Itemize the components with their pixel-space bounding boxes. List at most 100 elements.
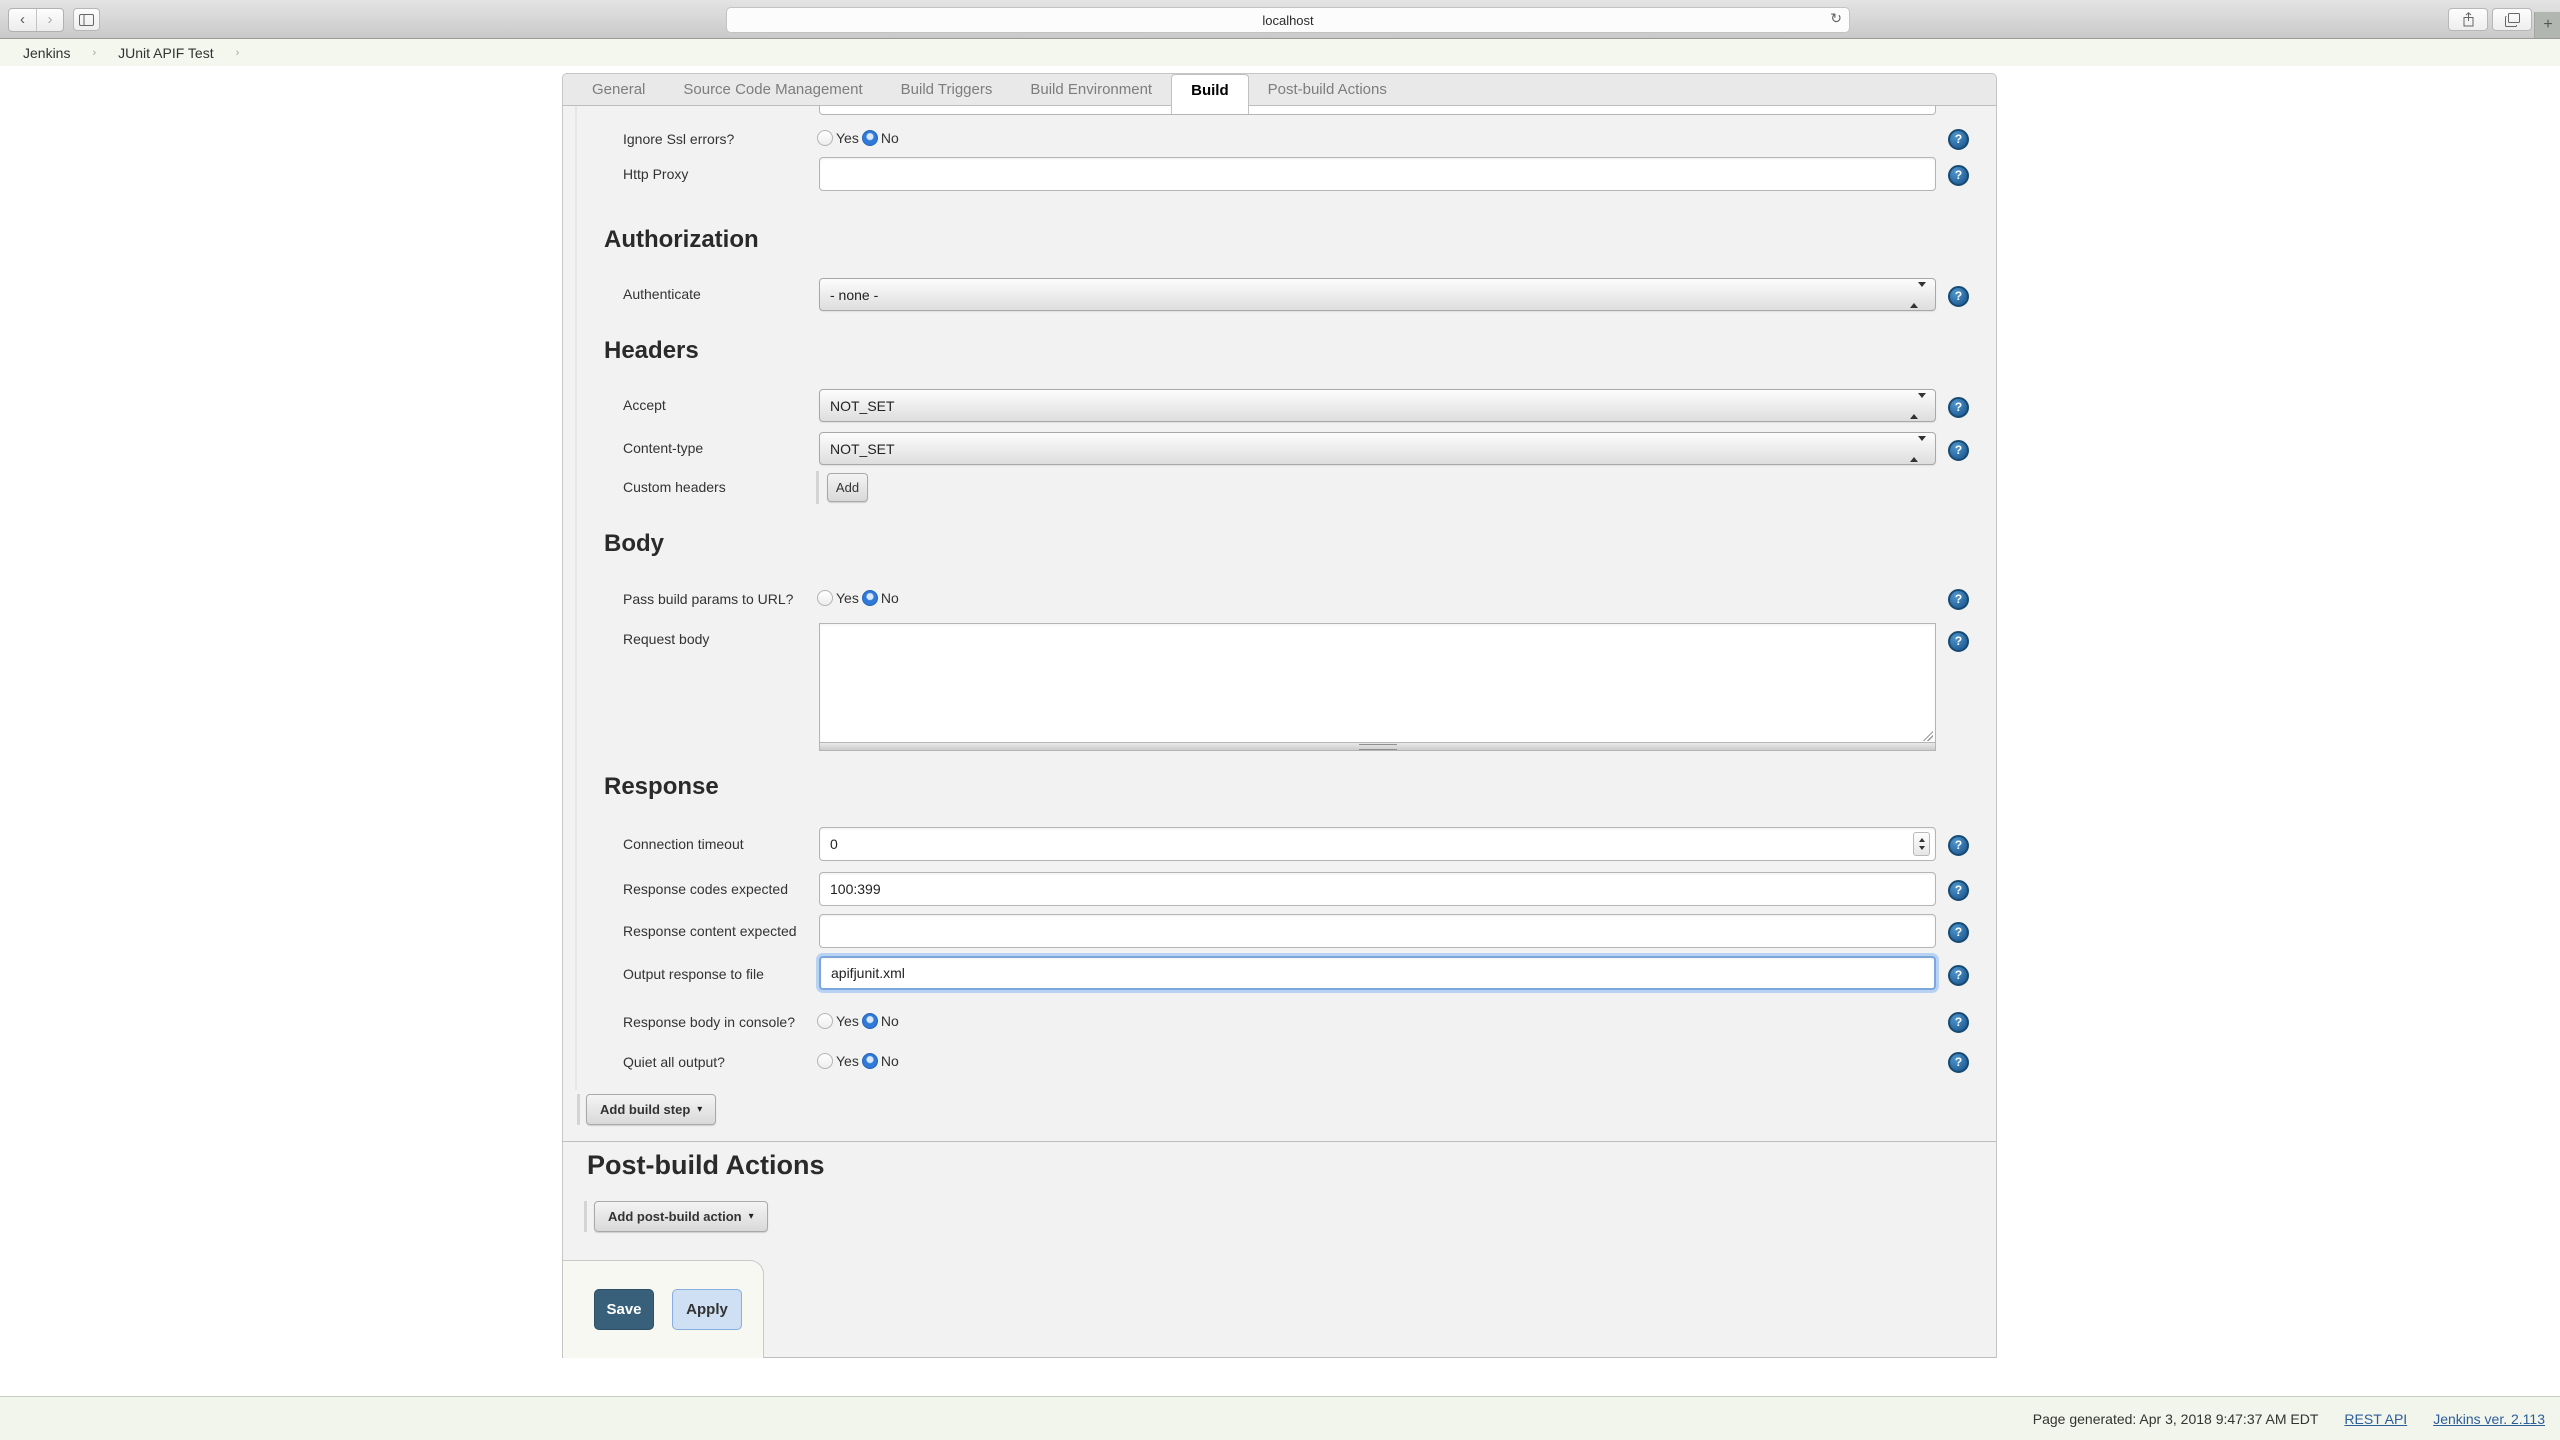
- bottom-sticker: Save Apply: [563, 1260, 764, 1358]
- reload-icon[interactable]: ↻: [1830, 10, 1842, 27]
- row-codes-expected: Response codes expected ?: [563, 871, 1996, 907]
- tab-overview-button[interactable]: [2492, 8, 2532, 31]
- row-request-body: Request body ?: [563, 623, 1996, 753]
- tab-build[interactable]: Build: [1171, 74, 1249, 114]
- row-quiet-output: Quiet all output? Yes No ?: [563, 1047, 1996, 1077]
- radio-no[interactable]: [861, 130, 878, 146]
- accept-select[interactable]: NOT_SET: [819, 389, 1936, 422]
- share-icon: [2463, 12, 2473, 27]
- row-output-file: Output response to file ?: [563, 955, 1996, 993]
- jenkins-version-link[interactable]: Jenkins ver. 2.113: [2433, 1411, 2545, 1427]
- apply-button[interactable]: Apply: [672, 1289, 742, 1330]
- add-build-step-label: Add build step: [600, 1102, 691, 1117]
- tab-general[interactable]: General: [573, 74, 664, 105]
- config-panel: General Source Code Management Build Tri…: [562, 73, 1997, 1358]
- field-label: Response body in console?: [623, 1014, 796, 1030]
- tabs-overview-icon: [2504, 12, 2520, 27]
- help-icon[interactable]: ?: [1948, 397, 1969, 418]
- config-tabbar: General Source Code Management Build Tri…: [562, 73, 1997, 114]
- response-content-input[interactable]: [819, 914, 1936, 948]
- help-icon[interactable]: ?: [1948, 286, 1969, 307]
- select-value: NOT_SET: [830, 397, 895, 414]
- radio-no[interactable]: [861, 1013, 878, 1029]
- http-proxy-input[interactable]: [819, 157, 1936, 191]
- tab-source-code-management[interactable]: Source Code Management: [664, 74, 881, 105]
- nav-button-group: ‹ ›: [8, 8, 64, 32]
- add-build-step-button[interactable]: Add build step ▾: [586, 1094, 717, 1125]
- connection-timeout-input[interactable]: [819, 827, 1936, 861]
- share-button[interactable]: [2448, 8, 2488, 31]
- page-generated-text: Page generated: Apr 3, 2018 9:47:37 AM E…: [2032, 1410, 2319, 1427]
- output-file-input[interactable]: [819, 956, 1936, 990]
- back-button[interactable]: ‹: [9, 9, 36, 31]
- breadcrumb-jenkins[interactable]: Jenkins: [23, 45, 70, 61]
- number-spinner[interactable]: [1913, 832, 1930, 856]
- field-label: Custom headers: [623, 479, 726, 495]
- radio-yes-label: Yes: [836, 1013, 859, 1029]
- sidebar-toggle-button[interactable]: [73, 8, 100, 31]
- radio-no-label: No: [880, 130, 899, 146]
- radio-yes[interactable]: [817, 1053, 833, 1069]
- help-icon[interactable]: ?: [1948, 129, 1969, 150]
- request-body-textarea[interactable]: [819, 623, 1936, 743]
- row-content-type: Content-type NOT_SET ?: [563, 431, 1996, 466]
- help-icon[interactable]: ?: [1948, 589, 1969, 610]
- tab-build-triggers[interactable]: Build Triggers: [882, 74, 1012, 105]
- row-pass-params: Pass build params to URL? Yes No ?: [563, 584, 1996, 614]
- field-label: Http Proxy: [623, 166, 689, 182]
- help-icon[interactable]: ?: [1948, 880, 1969, 901]
- help-icon[interactable]: ?: [1948, 440, 1969, 461]
- rest-api-link[interactable]: REST API: [2344, 1411, 2407, 1427]
- add-custom-header-button[interactable]: Add: [827, 473, 868, 502]
- row-custom-headers: Custom headers Add: [563, 471, 1996, 504]
- repeatable-marker: [584, 1201, 587, 1232]
- section-heading-response: Response: [604, 773, 719, 800]
- tab-post-build-actions[interactable]: Post-build Actions: [1249, 74, 1406, 105]
- help-icon[interactable]: ?: [1948, 631, 1969, 652]
- help-icon[interactable]: ?: [1948, 922, 1969, 943]
- radio-no-label: No: [880, 590, 899, 606]
- radio-yes-label: Yes: [836, 590, 859, 606]
- url-bar[interactable]: localhost ↻: [726, 7, 1850, 33]
- response-codes-input[interactable]: [819, 872, 1936, 906]
- ignore-ssl-radio-group: Yes No: [817, 130, 902, 146]
- help-icon[interactable]: ?: [1948, 965, 1969, 986]
- url-text: localhost: [1262, 12, 1314, 28]
- tab-build-environment[interactable]: Build Environment: [1011, 74, 1171, 105]
- select-value: NOT_SET: [830, 440, 895, 457]
- field-label: Response codes expected: [623, 881, 788, 897]
- content-type-select[interactable]: NOT_SET: [819, 432, 1936, 465]
- radio-yes[interactable]: [817, 1013, 833, 1029]
- textarea-resize-grip-icon[interactable]: [1923, 731, 1933, 741]
- field-label: Response content expected: [623, 923, 797, 939]
- textarea-drag-bar[interactable]: [819, 743, 1936, 751]
- select-arrows-icon: [1910, 435, 1926, 462]
- help-icon[interactable]: ?: [1948, 1052, 1969, 1073]
- help-icon[interactable]: ?: [1948, 165, 1969, 186]
- radio-yes[interactable]: [817, 590, 833, 606]
- authenticate-select[interactable]: - none -: [819, 278, 1936, 311]
- add-post-build-action-button[interactable]: Add post-build action ▾: [594, 1201, 768, 1232]
- quiet-output-radio-group: Yes No: [817, 1053, 902, 1069]
- help-icon[interactable]: ?: [1948, 835, 1969, 856]
- new-tab-button[interactable]: +: [2534, 12, 2560, 38]
- radio-yes-label: Yes: [836, 1053, 859, 1069]
- row-connection-timeout: Connection timeout ?: [563, 826, 1996, 862]
- section-divider: [563, 1141, 1996, 1142]
- field-label: Output response to file: [623, 966, 764, 982]
- help-icon[interactable]: ?: [1948, 1012, 1969, 1033]
- save-button[interactable]: Save: [594, 1289, 654, 1330]
- browser-toolbar: ‹ › localhost ↻ +: [0, 0, 2560, 39]
- forward-button[interactable]: ›: [36, 9, 63, 31]
- field-label: Content-type: [623, 440, 704, 456]
- radio-no[interactable]: [861, 1053, 878, 1069]
- radio-yes[interactable]: [817, 130, 833, 146]
- row-body-in-console: Response body in console? Yes No ?: [563, 1007, 1996, 1037]
- pass-params-radio-group: Yes No: [817, 590, 902, 606]
- radio-no[interactable]: [861, 590, 878, 606]
- field-label: Quiet all output?: [623, 1054, 725, 1070]
- sidebar-icon: [79, 13, 94, 26]
- post-build-heading: Post-build Actions: [587, 1150, 825, 1180]
- breadcrumb-job[interactable]: JUnit APIF Test: [118, 45, 213, 61]
- select-arrows-icon: [1910, 281, 1926, 308]
